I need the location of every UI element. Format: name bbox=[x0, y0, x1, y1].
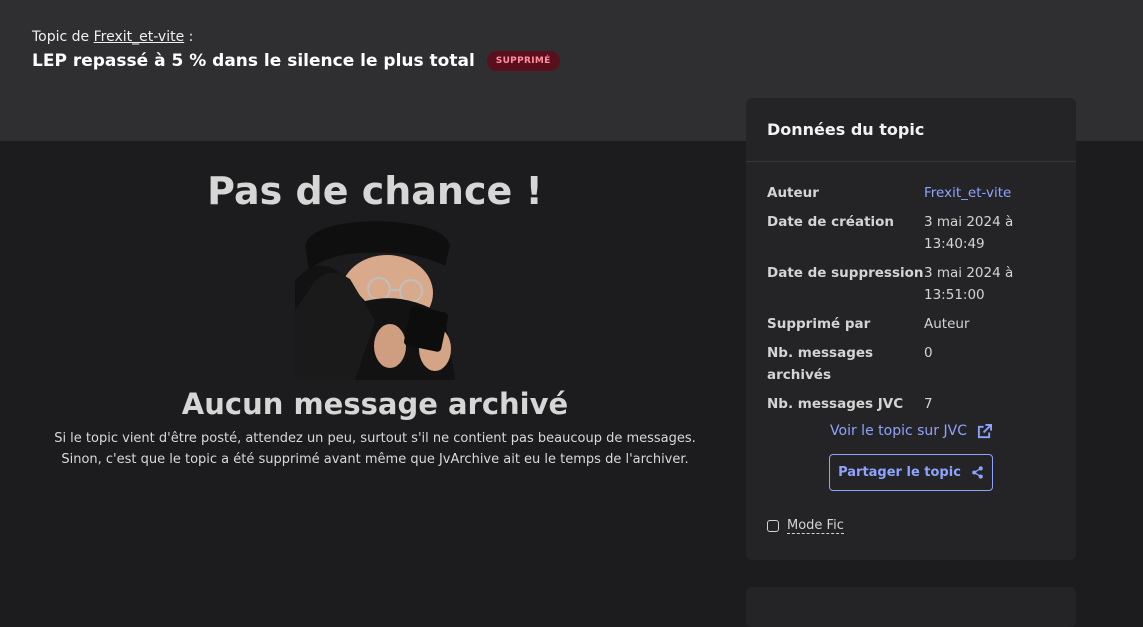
topic-data-card: Données du topic Auteur Frexit_et-vite D… bbox=[746, 98, 1076, 560]
topic-title-row: LEP repassé à 5 % dans le silence le plu… bbox=[32, 51, 560, 71]
card-title: Données du topic bbox=[746, 98, 1076, 162]
author-link[interactable]: Frexit_et-vite bbox=[94, 29, 185, 45]
mode-fic-label: Mode Fic bbox=[787, 518, 844, 534]
breadcrumb: Topic de Frexit_et-vite : bbox=[32, 29, 193, 45]
empty-heading: Pas de chance ! bbox=[207, 169, 543, 213]
no-messages-heading: Aucun message archivé bbox=[181, 387, 569, 421]
jvc-topic-link[interactable]: Voir le topic sur JVC bbox=[746, 423, 1076, 439]
row-value: 0 bbox=[924, 345, 933, 361]
share-icon bbox=[972, 466, 983, 479]
status-badge: SUPPRIMÉ bbox=[486, 51, 560, 71]
page-title: LEP repassé à 5 % dans le silence le plu… bbox=[32, 51, 475, 71]
data-list: Auteur Frexit_et-vite Date de création 3… bbox=[746, 162, 1076, 415]
row-creation-date: Date de création 3 mai 2024 à 13:40:49 bbox=[767, 211, 1055, 255]
row-label: Nb. messages JVC bbox=[767, 396, 904, 412]
empty-state: Pas de chance ! Aucun message archivé Si… bbox=[30, 165, 720, 470]
mode-fic-toggle[interactable]: Mode Fic bbox=[767, 518, 844, 534]
help-text: Si le topic vient d'être posté, attendez… bbox=[30, 428, 720, 470]
crumb-suffix: : bbox=[188, 29, 194, 45]
crumb-prefix: Topic de bbox=[32, 29, 90, 45]
author-value-link[interactable]: Frexit_et-vite bbox=[924, 182, 1055, 204]
jvc-link-label[interactable]: Voir le topic sur JVC bbox=[830, 423, 967, 439]
row-label: Nb. messages archivés bbox=[767, 345, 874, 383]
row-jvc-count: Nb. messages JVC 7 bbox=[767, 393, 1055, 415]
row-deleted-by: Supprimé par Auteur bbox=[767, 313, 1055, 335]
row-label: Date de création bbox=[767, 214, 895, 230]
help-line-1: Si le topic vient d'être posté, attendez… bbox=[54, 431, 696, 446]
meme-image bbox=[295, 221, 455, 380]
share-wrap: Partager le topic bbox=[746, 454, 1076, 491]
row-value: Auteur bbox=[924, 316, 970, 332]
row-archived-count: Nb. messages archivés 0 bbox=[767, 342, 1055, 386]
share-topic-button[interactable]: Partager le topic bbox=[829, 454, 993, 491]
row-label: Supprimé par bbox=[767, 316, 871, 332]
help-line-2: Sinon, c'est que le topic a été supprimé… bbox=[61, 452, 689, 467]
row-deletion-date: Date de suppression 3 mai 2024 à 13:51:0… bbox=[767, 262, 1055, 306]
row-value: 3 mai 2024 à 13:51:00 bbox=[924, 265, 1014, 303]
secondary-card bbox=[746, 587, 1076, 627]
row-label: Date de suppression bbox=[767, 265, 924, 281]
share-label: Partager le topic bbox=[838, 465, 961, 480]
row-author: Auteur Frexit_et-vite bbox=[767, 182, 1055, 204]
row-value: 7 bbox=[924, 396, 933, 412]
external-link-icon bbox=[977, 423, 992, 438]
mode-fic-checkbox[interactable] bbox=[767, 520, 779, 532]
row-label: Auteur bbox=[767, 185, 819, 201]
row-value: 3 mai 2024 à 13:40:49 bbox=[924, 214, 1014, 252]
